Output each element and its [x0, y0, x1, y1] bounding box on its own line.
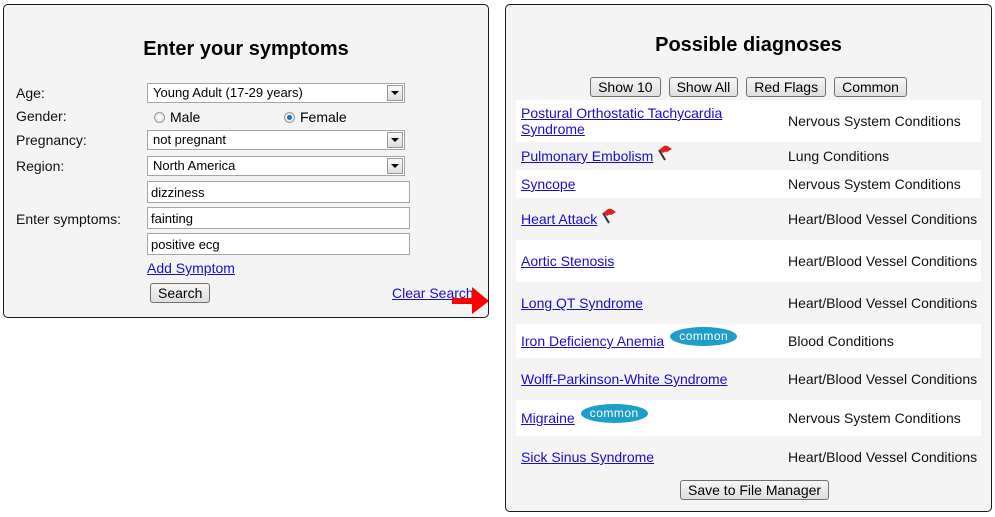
diagnosis-name-cell: Pulmonary Embolism	[516, 145, 788, 164]
red-flags-button[interactable]: Red Flags	[746, 77, 827, 97]
diagnoses-panel: Possible diagnoses Show 10 Show All Red …	[505, 4, 992, 512]
dropdown-arrow-icon[interactable]	[387, 85, 403, 101]
gender-label: Gender:	[16, 108, 67, 124]
diagnosis-row: Aortic Stenosis Heart/Blood Vessel Condit…	[516, 240, 981, 282]
diagnosis-name-cell: Long QT Syndrome	[516, 295, 788, 311]
diagnosis-row: Postural Orthostatic Tachycardia Syndrom…	[516, 100, 981, 142]
diagnosis-row: Syncope Nervous System Conditions	[516, 170, 981, 198]
search-button[interactable]: Search	[150, 283, 211, 303]
diagnosis-row: Sick Sinus Syndrome Heart/Blood Vessel Co…	[516, 436, 981, 478]
dropdown-arrow-icon[interactable]	[387, 158, 403, 174]
form-title: Enter your symptoms	[143, 38, 349, 60]
add-symptom-link[interactable]: Add Symptom	[147, 260, 235, 276]
diagnosis-category: Heart/Blood Vessel Conditions	[788, 449, 978, 465]
diagnosis-link[interactable]: Migraine	[521, 410, 575, 426]
diagnosis-category: Nervous System Conditions	[788, 410, 961, 426]
diagnosis-link[interactable]: Postural Orthostatic Tachycardia Syndrom…	[521, 105, 788, 137]
symptom-input-2[interactable]: fainting	[147, 207, 410, 229]
gender-female-label: Female	[300, 109, 347, 125]
diagnosis-category: Lung Conditions	[788, 148, 890, 164]
pregnancy-select[interactable]: not pregnant	[147, 130, 405, 150]
diagnosis-name-cell: Heart Attack	[516, 208, 788, 227]
diagnosis-name-cell: Syncope	[516, 176, 788, 192]
diagnosis-name-cell: Iron Deficiency Anemia common	[516, 326, 788, 349]
diagnosis-name-cell: Wolff-Parkinson-White Syndrome	[516, 371, 788, 387]
diagnosis-link[interactable]: Syncope	[521, 176, 575, 192]
region-value: North America	[153, 158, 236, 173]
gender-male-label: Male	[170, 109, 201, 125]
age-label: Age:	[16, 85, 45, 101]
filter-bar: Show 10 Show All Red Flags Common	[506, 77, 991, 97]
age-select[interactable]: Young Adult (17-29 years)	[147, 83, 405, 103]
diagnosis-category: Heart/Blood Vessel Conditions	[788, 295, 978, 311]
radio-checked-icon[interactable]	[284, 111, 295, 123]
symptom-input-1[interactable]: dizziness	[147, 181, 410, 203]
diagnosis-link[interactable]: Sick Sinus Syndrome	[521, 449, 654, 465]
pregnancy-value: not pregnant	[153, 132, 227, 147]
diagnosis-link[interactable]: Aortic Stenosis	[521, 253, 614, 269]
show-all-button[interactable]: Show All	[668, 77, 739, 97]
diagnosis-link[interactable]: Long QT Syndrome	[521, 295, 643, 311]
diagnosis-category: Heart/Blood Vessel Conditions	[788, 253, 978, 269]
diagnosis-category: Blood Conditions	[788, 333, 894, 349]
symptoms-label: Enter symptoms:	[16, 211, 122, 227]
gender-female-radio[interactable]: Female	[284, 109, 347, 125]
red-arrow-pointer-icon	[452, 287, 489, 314]
diagnosis-link[interactable]: Wolff-Parkinson-White Syndrome	[521, 371, 727, 387]
diagnosis-name-cell: Migraine common	[516, 403, 788, 426]
region-label: Region:	[16, 158, 65, 174]
diagnosis-name-cell: Sick Sinus Syndrome	[516, 449, 788, 465]
symptom-form-panel: Enter your symptoms Age: Young Adult (17…	[3, 4, 489, 318]
common-button[interactable]: Common	[834, 77, 907, 97]
diagnosis-name-cell: Aortic Stenosis	[516, 253, 788, 269]
common-badge: common	[580, 403, 648, 423]
diagnosis-category: Heart/Blood Vessel Conditions	[788, 371, 978, 387]
pregnancy-label: Pregnancy:	[16, 132, 87, 148]
symptom-input-3[interactable]: positive ecg	[147, 233, 410, 255]
diagnosis-row: Wolff-Parkinson-White Syndrome Heart/Bloo…	[516, 358, 981, 400]
red-flag-icon	[658, 145, 673, 161]
diagnosis-row: Migraine common Nervous System Conditions	[516, 400, 981, 436]
diagnosis-link[interactable]: Pulmonary Embolism	[521, 148, 653, 164]
diagnosis-row: Iron Deficiency Anemia common Blood Condit…	[516, 324, 981, 358]
diagnosis-row: Pulmonary Embolism Lung Conditions	[516, 142, 981, 170]
show-10-button[interactable]: Show 10	[590, 77, 661, 97]
region-select[interactable]: North America	[147, 156, 405, 176]
diagnosis-link[interactable]: Iron Deficiency Anemia	[521, 333, 664, 349]
radio-unchecked-icon[interactable]	[154, 111, 165, 123]
diagnosis-row: Heart Attack Heart/Blood Vessel Condition…	[516, 198, 981, 240]
save-to-file-manager-button[interactable]: Save to File Manager	[680, 480, 830, 500]
age-value: Young Adult (17-29 years)	[153, 85, 303, 100]
diagnosis-row: Long QT Syndrome Heart/Blood Vessel Condi…	[516, 282, 981, 324]
gender-male-radio[interactable]: Male	[154, 109, 200, 125]
diagnosis-category: Nervous System Conditions	[788, 113, 961, 129]
diagnosis-category: Heart/Blood Vessel Conditions	[788, 211, 978, 227]
dropdown-arrow-icon[interactable]	[387, 132, 403, 148]
red-flag-icon	[602, 208, 617, 224]
diagnosis-name-cell: Postural Orthostatic Tachycardia Syndrom…	[516, 105, 788, 137]
common-badge: common	[670, 326, 738, 346]
diagnoses-title: Possible diagnoses	[655, 34, 842, 56]
diagnosis-link[interactable]: Heart Attack	[521, 211, 597, 227]
diagnosis-category: Nervous System Conditions	[788, 176, 961, 192]
diagnoses-table: Postural Orthostatic Tachycardia Syndrom…	[516, 100, 981, 478]
